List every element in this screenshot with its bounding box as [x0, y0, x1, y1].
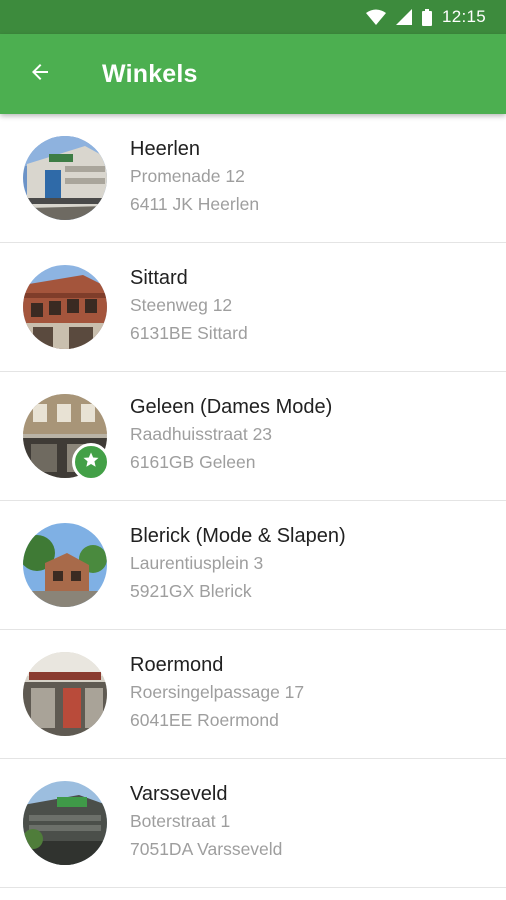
store-street: Roersingelpassage 17	[130, 682, 305, 702]
arrow-back-icon	[28, 60, 52, 89]
store-row[interactable]: Varsseveld Boterstraat 1 7051DA Varsseve…	[0, 759, 506, 888]
store-photo	[23, 781, 107, 865]
status-bar: 12:15	[0, 0, 506, 34]
store-street: Promenade 12	[130, 166, 245, 186]
store-photo	[23, 523, 107, 607]
store-name: Blerick (Mode & Slapen)	[130, 525, 346, 547]
store-name: Roermond	[130, 654, 224, 676]
status-time: 12:15	[441, 7, 486, 26]
store-photo	[23, 136, 107, 220]
store-city: 6041EE Roermond	[130, 710, 279, 730]
store-city: 6411 JK Heerlen	[130, 194, 260, 214]
store-city: 6161GB Geleen	[130, 452, 256, 472]
store-row[interactable]: Sittard Steenweg 12 6131BE Sittard	[0, 243, 506, 372]
star-icon	[82, 451, 100, 474]
store-list: Heerlen Promenade 12 6411 JK Heerlen Sit…	[0, 114, 506, 888]
battery-icon	[421, 8, 432, 26]
store-name: Sittard	[130, 267, 188, 289]
store-street: Laurentiusplein 3	[130, 553, 264, 573]
store-city: 6131BE Sittard	[130, 323, 248, 343]
store-row[interactable]: Roermond Roersingelpassage 17 6041EE Roe…	[0, 630, 506, 759]
wifi-icon	[365, 9, 386, 25]
store-street: Steenweg 12	[130, 295, 233, 315]
store-row[interactable]: Blerick (Mode & Slapen) Laurentiusplein …	[0, 501, 506, 630]
store-name: Varsseveld	[130, 783, 228, 805]
store-street: Raadhuisstraat 23	[130, 424, 273, 444]
store-photo	[23, 265, 107, 349]
store-street: Boterstraat 1	[130, 811, 231, 831]
store-photo	[23, 652, 107, 736]
cell-signal-icon	[395, 9, 412, 25]
store-name: Geleen (Dames Mode)	[130, 396, 333, 418]
store-city: 7051DA Varsseveld	[130, 839, 283, 859]
favorite-badge	[72, 443, 110, 481]
store-city: 5921GX Blerick	[130, 581, 252, 601]
back-button[interactable]	[20, 54, 60, 94]
page-title: Winkels	[102, 59, 198, 88]
store-name: Heerlen	[130, 138, 201, 160]
store-row[interactable]: Geleen (Dames Mode) Raadhuisstraat 23 61…	[0, 372, 506, 501]
app-bar: Winkels	[0, 34, 506, 114]
store-row[interactable]: Heerlen Promenade 12 6411 JK Heerlen	[0, 114, 506, 243]
